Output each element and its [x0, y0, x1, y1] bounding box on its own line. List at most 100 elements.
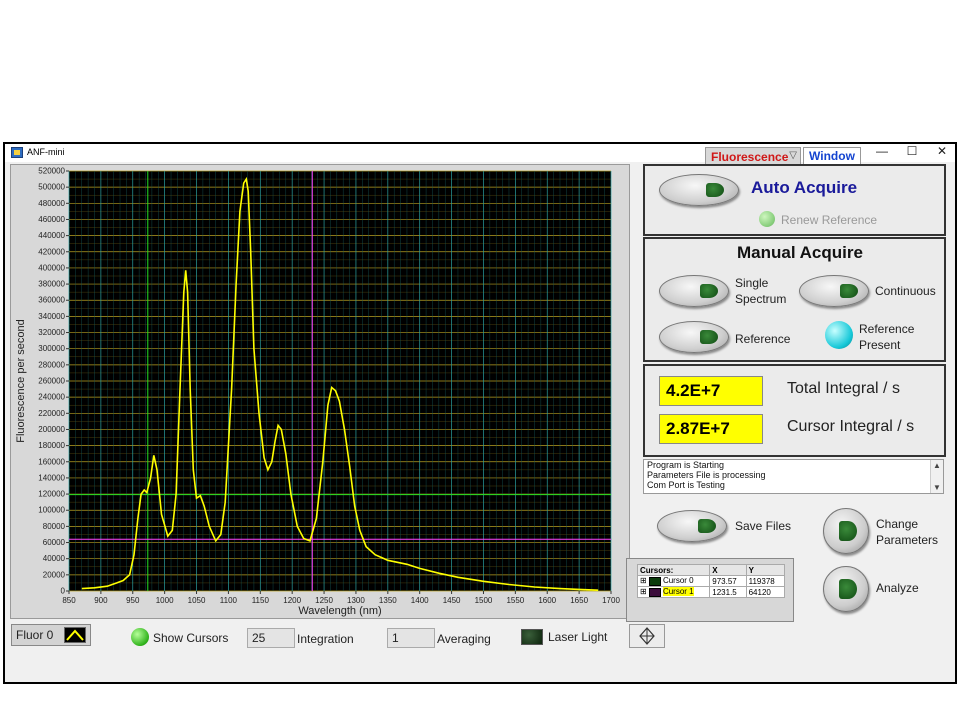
legend-trace-icon[interactable] [64, 627, 86, 643]
mode-select-value: Fluorescence [711, 150, 789, 164]
table-row[interactable]: ⊞ Cursor 1 1231.5 64120 [636, 586, 786, 598]
table-row[interactable]: ⊞ Cursor 0 973.57 119378 [636, 575, 786, 587]
log-line: Parameters File is processing [647, 470, 766, 480]
app-window: ANF-mini — ☐ ✕ Fluorescence ▽ Window 0 20… [3, 142, 957, 684]
mode-select[interactable]: Fluorescence ▽ [705, 147, 801, 165]
change-parameters-label-2: Parameters [876, 533, 939, 547]
cursor-integral-value: 2.87E+7 [659, 414, 763, 444]
analyze-button[interactable] [823, 566, 869, 612]
x-tick-label: 900 [94, 596, 108, 605]
y-tick-label: 0 [61, 587, 66, 596]
x-tick-label: 1500 [475, 596, 493, 605]
laser-light-label: Laser Light [548, 630, 608, 644]
integration-input[interactable]: 25 [247, 628, 295, 648]
plot-legend[interactable]: Fluor 0 [11, 624, 91, 646]
x-tick-label: 1000 [156, 596, 174, 605]
y-tick-label: 420000 [38, 247, 65, 256]
y-tick-label: 140000 [38, 473, 65, 482]
laser-light-led [521, 629, 543, 645]
cursor0-name[interactable]: Cursor 0 [663, 576, 694, 585]
y-tick-label: 380000 [38, 280, 65, 289]
x-axis-label: Wavelength (nm) [298, 605, 381, 617]
x-tick-label: 1350 [379, 596, 397, 605]
manual-acquire-title: Manual Acquire [737, 243, 863, 262]
window-menu[interactable]: Window [803, 147, 861, 165]
x-tick-label: 1600 [538, 596, 556, 605]
y-tick-label: 300000 [38, 344, 65, 353]
change-parameters-led [839, 521, 857, 541]
y-axis-label: Fluorescence per second [15, 319, 27, 443]
reference-present-label-1: Reference [859, 322, 915, 336]
save-files-led [698, 519, 716, 533]
y-tick-label: 320000 [38, 328, 65, 337]
x-tick-label: 1150 [252, 596, 270, 605]
y-tick-label: 460000 [38, 215, 65, 224]
x-tick-label: 1050 [188, 596, 206, 605]
auto-acquire-led [706, 183, 724, 197]
auto-acquire-button[interactable] [659, 174, 739, 206]
single-spectrum-label-2: Spectrum [735, 292, 787, 306]
continuous-button[interactable] [799, 275, 869, 307]
y-tick-label: 160000 [38, 457, 65, 466]
x-tick-label: 1250 [315, 596, 333, 605]
y-tick-label: 260000 [38, 377, 65, 386]
y-tick-label: 440000 [38, 231, 65, 240]
y-tick-label: 100000 [38, 506, 65, 515]
total-integral-label: Total Integral / s [787, 380, 900, 397]
save-files-button[interactable] [657, 510, 727, 542]
show-cursors-led[interactable] [131, 628, 149, 646]
x-tick-label: 1550 [506, 596, 524, 605]
app-icon [11, 147, 23, 158]
scroll-up-icon[interactable]: ▲ [933, 461, 941, 470]
averaging-input[interactable]: 1 [387, 628, 435, 648]
renew-reference-label: Renew Reference [781, 213, 878, 227]
x-tick-label: 1700 [602, 596, 620, 605]
spectrum-chart[interactable]: 0 20000 40000 60000 80000 100000 120000 140000 1… [11, 165, 629, 618]
close-button[interactable]: ✕ [927, 144, 957, 160]
y-tick-label: 360000 [38, 296, 65, 305]
single-spectrum-button[interactable] [659, 275, 729, 307]
y-tick-label: 280000 [38, 360, 65, 369]
reference-present-led [825, 321, 853, 349]
log-scrollbar[interactable]: ▲ ▼ [930, 460, 943, 493]
continuous-label: Continuous [875, 284, 936, 298]
y-tick-label: 480000 [38, 199, 65, 208]
y-tick-label: 220000 [38, 409, 65, 418]
reference-led [700, 330, 718, 344]
scroll-down-icon[interactable]: ▼ [933, 483, 941, 492]
x-tick-label: 1650 [570, 596, 588, 605]
averaging-label: Averaging [437, 632, 491, 646]
auto-acquire-panel: Auto Acquire Renew Reference [643, 164, 946, 236]
maximize-button[interactable]: ☐ [897, 144, 927, 160]
cursor1-swatch[interactable] [648, 587, 661, 597]
cursor1-y: 64120 [745, 586, 786, 598]
expand-icon[interactable]: ⊞ [640, 576, 647, 585]
renew-reference-led[interactable] [759, 211, 775, 227]
continuous-led [840, 284, 858, 298]
y-tick-label: 520000 [38, 167, 65, 176]
show-cursors-label: Show Cursors [153, 631, 229, 645]
y-tick-label: 340000 [38, 312, 65, 321]
cursor-legend: Cursors: X Y ⊞ Cursor 0 973.57 119378 ⊞ … [626, 558, 794, 622]
graph-navigation-tool[interactable] [629, 624, 665, 648]
cursor-header-x: X [709, 564, 747, 576]
change-parameters-label-1: Change [876, 517, 919, 531]
reference-button[interactable] [659, 321, 729, 353]
change-parameters-button[interactable] [823, 508, 869, 554]
expand-icon[interactable]: ⊞ [640, 587, 647, 596]
single-spectrum-label-1: Single [735, 276, 769, 290]
cursor1-name[interactable]: Cursor 1 [662, 587, 694, 597]
reference-label: Reference [735, 332, 791, 346]
spectrum-graph[interactable]: 0 20000 40000 60000 80000 100000 120000 140000 1… [10, 164, 630, 619]
cursor0-swatch[interactable] [648, 576, 661, 586]
total-integral-value: 4.2E+7 [659, 376, 763, 406]
analyze-label: Analyze [876, 581, 919, 595]
cursor-integral-label: Cursor Integral / s [787, 418, 915, 435]
y-tick-label: 200000 [38, 425, 65, 434]
x-tick-label: 1300 [347, 596, 365, 605]
auto-acquire-label: Auto Acquire [751, 178, 858, 197]
status-log[interactable]: Program is Starting Parameters File is p… [643, 459, 944, 494]
chevron-down-icon: ▽ [789, 150, 797, 161]
x-tick-label: 950 [126, 596, 140, 605]
minimize-button[interactable]: — [867, 144, 897, 160]
